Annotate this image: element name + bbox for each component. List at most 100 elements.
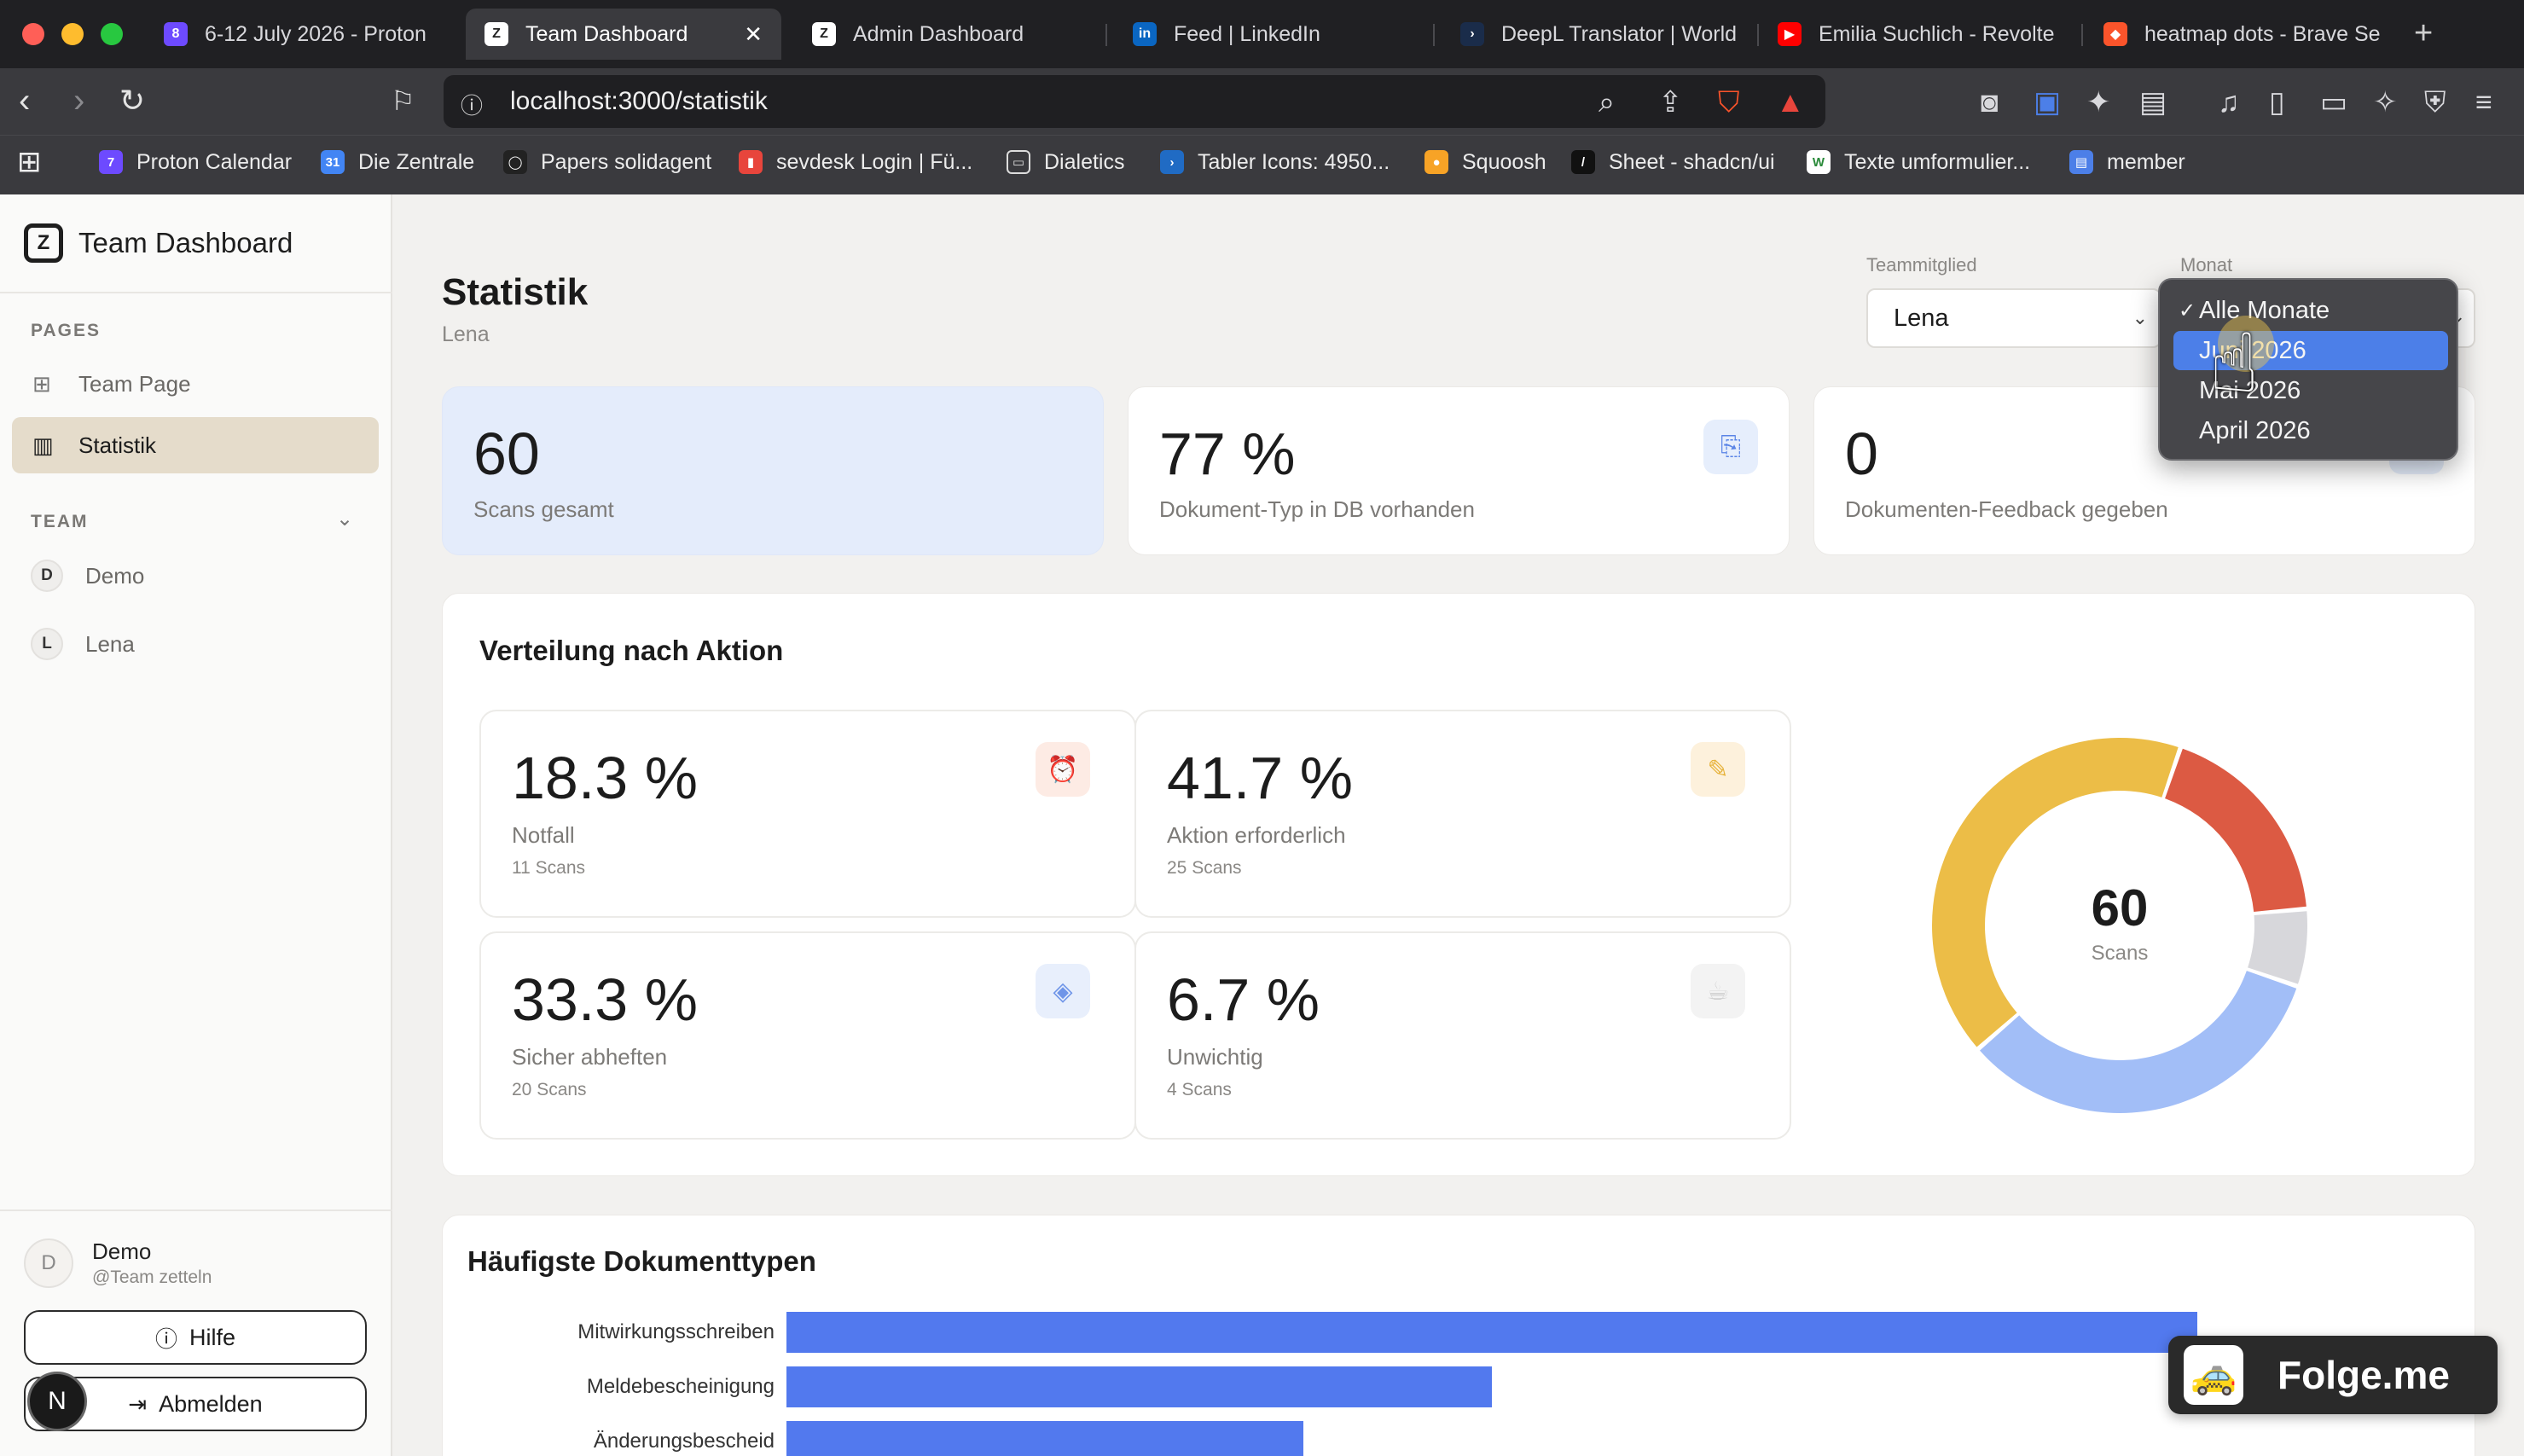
extensions-icon[interactable]: ✦ [2086, 85, 2111, 119]
bookmark-texte-umformulieren[interactable]: W Texte umformulier... [1807, 145, 2030, 179]
bar-änderungsbescheid[interactable] [786, 1421, 1303, 1456]
avatar: D [31, 560, 63, 592]
user-name: Demo [92, 1238, 152, 1264]
action-count: 4 Scans [1167, 1080, 1232, 1099]
folge-me-badge[interactable]: 🚕 Folge.me [2168, 1336, 2498, 1414]
minimize-window-button[interactable] [61, 23, 84, 45]
bookmark-folder-dialetics[interactable]: ▭ Dialetics [1007, 145, 1124, 179]
help-button[interactable]: ⓘ Hilfe [24, 1310, 367, 1365]
new-tab-button[interactable]: + [2414, 15, 2433, 52]
brave-rewards-icon[interactable]: ▲ [1776, 85, 1805, 119]
bookmark-label: Squoosh [1462, 149, 1546, 174]
folder-icon: ▭ [1007, 150, 1030, 174]
donut-total: 60 [2091, 879, 2149, 937]
close-tab-icon[interactable]: ✕ [744, 21, 763, 48]
back-icon[interactable]: ‹ [19, 82, 30, 119]
taxi-icon: 🚕 [2184, 1345, 2243, 1405]
bookmark-sevdesk[interactable]: ▮ sevdesk Login | Fü... [739, 145, 972, 179]
divider [0, 292, 392, 293]
document-types-title: Häufigste Dokumenttypen [467, 1245, 816, 1277]
member-filter-label: Teammitglied [1866, 254, 1977, 276]
tab-youtube[interactable]: ▶ Emilia Suchlich - Revolte [1759, 9, 2066, 60]
member-select[interactable]: Lena ⌄ [1866, 288, 2161, 348]
document-icon: ▤ [2069, 150, 2093, 174]
leo-ai-icon[interactable]: ✧ [2373, 85, 2398, 119]
team-section-label: TEAM [31, 512, 89, 531]
action-card-unwichtig[interactable]: 6.7 % Unwichtig 4 Scans ☕ [1134, 931, 1791, 1140]
team-member-demo[interactable]: D Demo [31, 560, 144, 592]
zoom-icon[interactable]: ⌕ [1599, 85, 1615, 119]
brave-shield-icon[interactable]: ⛉ [1718, 85, 1740, 119]
reader-icon[interactable]: ▤ [2139, 85, 2167, 119]
bookmark-papers[interactable]: ◯ Papers solidagent [503, 145, 711, 179]
translate-extension-icon[interactable]: ▣ [2034, 85, 2061, 119]
bookmark-squoosh[interactable]: ● Squoosh [1424, 145, 1546, 179]
nextjs-badge[interactable]: N [27, 1372, 87, 1431]
bookmark-die-zentrale[interactable]: 31 Die Zentrale [321, 145, 474, 179]
distribution-title: Verteilung nach Aktion [479, 635, 784, 666]
tab-separator [1433, 24, 1435, 46]
month-option-april-2026[interactable]: April 2026 [2173, 411, 2448, 450]
vpn-icon[interactable]: ⛨ [2424, 85, 2446, 119]
proton-calendar-icon: 7 [99, 150, 123, 174]
action-card-aktion-erforderlich[interactable]: 41.7 % Aktion erforderlich 25 Scans ✎ [1134, 710, 1791, 918]
brand[interactable]: Z Team Dashboard [24, 223, 293, 263]
wallet-icon[interactable]: ▭ [2320, 85, 2347, 119]
shadcn-icon: / [1571, 150, 1595, 174]
hand-cursor-icon: ☝ [2209, 318, 2260, 409]
action-card-sicher-abheften[interactable]: 33.3 % Sicher abheften 20 Scans ◈ [479, 931, 1136, 1140]
tab-linkedin[interactable]: in Feed | LinkedIn [1114, 9, 1430, 60]
check-icon: ✓ [2179, 299, 2196, 322]
bookmark-label: sevdesk Login | Fü... [776, 149, 973, 174]
forward-icon[interactable]: › [73, 82, 84, 119]
sidebar-item-team-page[interactable]: ⊞ Team Page [12, 356, 379, 412]
music-icon[interactable]: ♫ [2218, 85, 2240, 119]
bookmark-label: Sheet - shadcn/ui [1609, 149, 1775, 174]
page-title: Statistik [442, 271, 589, 313]
bar-mitwirkungsschreiben[interactable] [786, 1312, 2197, 1353]
bar-meldebescheinigung[interactable] [786, 1366, 1492, 1407]
bookmark-member[interactable]: ▤ member [2069, 145, 2185, 179]
bookmark-tabler-icons[interactable]: › Tabler Icons: 4950... [1160, 145, 1390, 179]
action-label: Unwichtig [1167, 1044, 1263, 1070]
donut-segment-unwichtig[interactable] [2248, 911, 2307, 984]
screenshot-icon[interactable]: ◙ [1981, 85, 1999, 119]
tab-brave-search[interactable]: ◆ heatmap dots - Brave Se [2085, 9, 2392, 60]
stat-value: 60 [473, 421, 540, 487]
action-count: 20 Scans [512, 1080, 587, 1099]
help-label: Hilfe [189, 1324, 236, 1350]
action-count: 25 Scans [1167, 858, 1242, 878]
bookmark-proton-calendar[interactable]: 7 Proton Calendar [99, 145, 292, 179]
tab-deepl[interactable]: › DeepL Translator | World [1442, 9, 1749, 60]
bookmark-icon[interactable]: ⚐ [391, 82, 415, 119]
bar-label: Mitwirkungsschreiben [577, 1320, 775, 1343]
help-circle-icon: ⓘ [154, 1325, 177, 1352]
bookmark-shadcn[interactable]: / Sheet - shadcn/ui [1571, 145, 1775, 179]
user-avatar[interactable]: D [24, 1238, 73, 1288]
apps-grid-icon[interactable]: ⊞ [17, 145, 42, 179]
action-percent: 18.3 % [512, 745, 698, 811]
reload-icon[interactable]: ↻ [119, 82, 145, 119]
donut-segment-sicher-abheften[interactable] [1980, 971, 2297, 1113]
member-select-value: Lena [1894, 304, 1949, 332]
dashboard-logo-icon: Z [484, 22, 508, 46]
action-percent: 41.7 % [1167, 745, 1353, 811]
tab-team-dashboard[interactable]: Z Team Dashboard ✕ [466, 9, 781, 60]
sidebar-toggle-icon[interactable]: ▯ [2269, 85, 2285, 119]
maximize-window-button[interactable] [101, 23, 123, 45]
menu-icon[interactable]: ≡ [2475, 85, 2492, 119]
google-calendar-icon: 31 [321, 150, 345, 174]
chevron-down-icon[interactable]: ⌄ [336, 507, 353, 531]
action-percent: 33.3 % [512, 966, 698, 1033]
close-window-button[interactable] [22, 23, 44, 45]
share-icon[interactable]: ⇪ [1658, 85, 1683, 119]
avatar: L [31, 628, 63, 660]
action-card-notfall[interactable]: 18.3 % Notfall 11 Scans ⏰ [479, 710, 1136, 918]
team-member-lena[interactable]: L Lena [31, 628, 135, 660]
tab-proton-calendar[interactable]: 8 6-12 July 2026 - Proton [145, 9, 452, 60]
site-info-icon[interactable]: ⓘ [461, 89, 483, 120]
tab-admin-dashboard[interactable]: Z Admin Dashboard [793, 9, 1083, 60]
sidebar-item-statistik[interactable]: ▥ Statistik [12, 417, 379, 473]
logout-icon: ⇥ [128, 1390, 148, 1417]
url-text[interactable]: localhost:3000/statistik [510, 87, 768, 116]
